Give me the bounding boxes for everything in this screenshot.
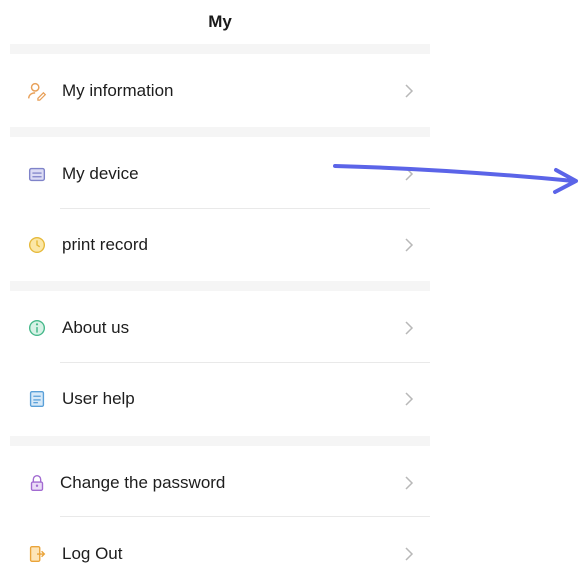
section-gap [10,281,430,291]
section-gap [10,436,430,446]
menu-item-label: My information [62,81,174,100]
menu-item-change-password[interactable]: Change the password [10,453,430,513]
menu-item-my-information[interactable]: My information [10,61,430,121]
divider [60,208,430,209]
menu-item-user-help[interactable]: User help [10,369,430,429]
divider [60,516,430,517]
printer-icon [28,167,46,182]
chevron-right-icon [405,392,414,406]
section-gap [10,44,430,54]
chevron-right-icon [405,321,414,335]
section-gap [10,127,430,137]
menu-item-label: print record [62,235,148,254]
chevron-right-icon [405,476,414,490]
divider [60,362,430,363]
clock-icon [28,236,46,254]
menu-item-label: My device [62,164,139,183]
menu-item-label: User help [62,389,135,408]
menu-item-log-out[interactable]: Log Out [10,524,430,584]
page-title: My [208,12,232,31]
menu-item-print-record[interactable]: print record [10,215,430,275]
info-icon [28,319,46,337]
menu-item-label: Change the password [60,473,226,492]
logout-icon [29,545,46,563]
pointer-arrow-icon [333,164,578,194]
menu-item-label: About us [62,318,130,337]
menu-item-about-us[interactable]: About us [10,298,430,358]
user-edit-icon [28,82,47,101]
menu-item-label: Log Out [62,544,123,563]
lock-icon [30,474,44,492]
help-document-icon [29,390,45,408]
chevron-right-icon [405,238,414,252]
chevron-right-icon [405,547,414,561]
chevron-right-icon [405,84,414,98]
